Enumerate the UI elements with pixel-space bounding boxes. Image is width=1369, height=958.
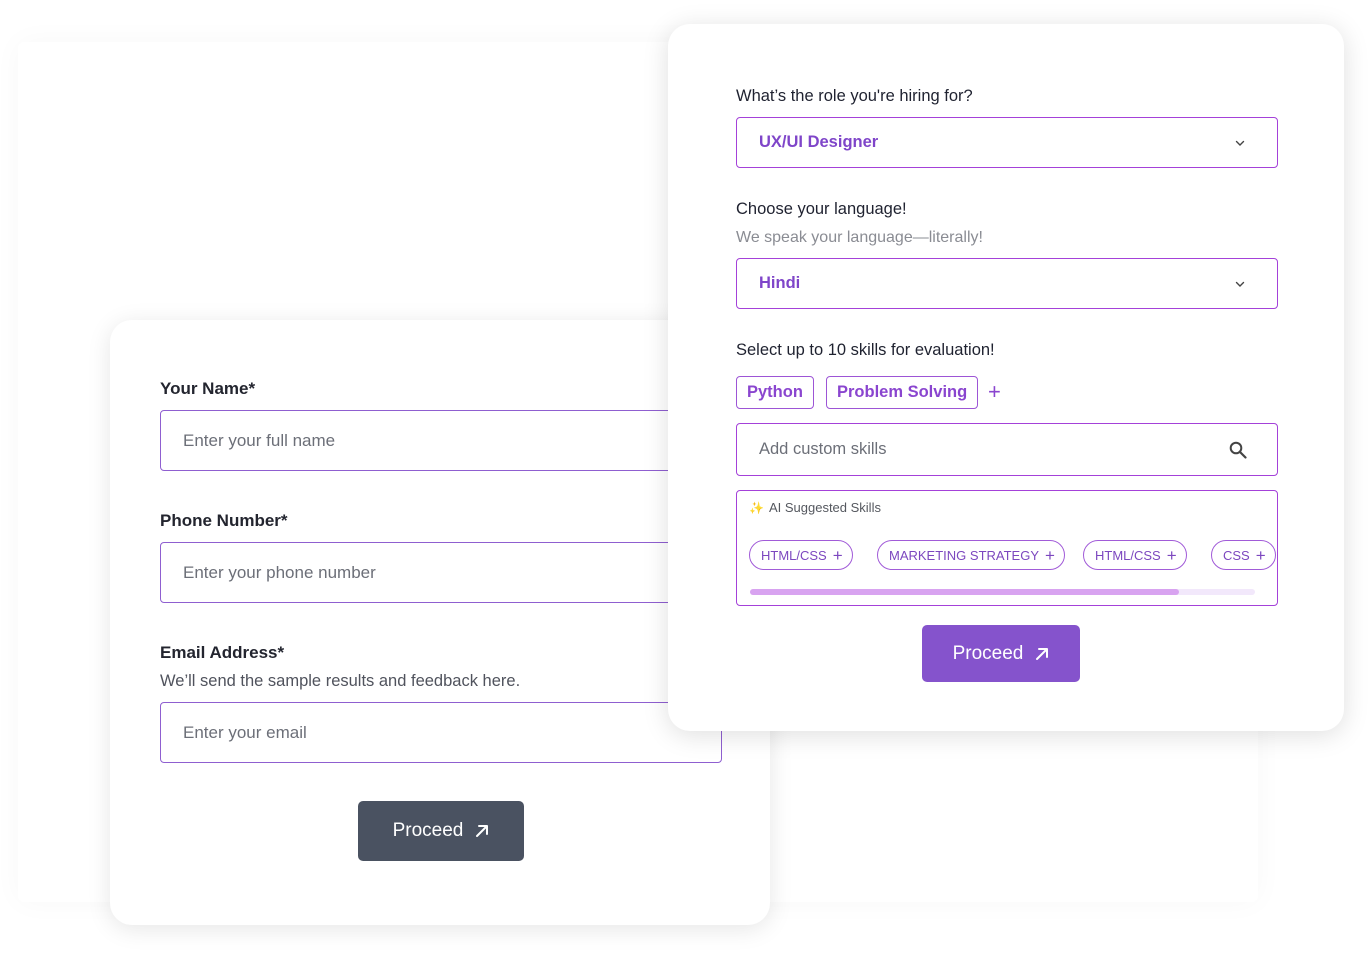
phone-label: Phone Number* [160, 511, 288, 530]
sparkle-icon: ✨ [749, 500, 764, 515]
language-value: Hindi [759, 274, 801, 292]
chevron-down-icon [1235, 281, 1245, 287]
suggested-skill-pill[interactable]: MARKETING STRATEGY + [877, 540, 1065, 570]
name-input[interactable] [183, 430, 721, 451]
language-select[interactable]: Hindi [736, 258, 1278, 309]
suggested-skill-pill[interactable]: HTML/CSS + [1083, 540, 1187, 570]
name-field[interactable] [160, 410, 722, 471]
ai-suggested-title: AI Suggested Skills [768, 500, 881, 515]
hiring-details-card: What’s the role you're hiring for? UX/UI… [668, 24, 1344, 731]
language-question: Choose your language! [736, 200, 907, 218]
custom-skill-input[interactable] [759, 440, 1179, 459]
selected-skill-chip[interactable]: Python [736, 376, 814, 409]
ai-suggested-header: ✨ AI Suggested Skills [749, 500, 881, 515]
role-select[interactable]: UX/UI Designer [736, 117, 1278, 168]
arrow-up-right-icon [476, 825, 489, 837]
suggested-skill-pill[interactable]: CSS + [1211, 540, 1276, 570]
language-hint: We speak your language—literally! [736, 229, 983, 246]
plus-icon: + [1045, 545, 1055, 565]
scrollbar-thumb[interactable] [750, 589, 1180, 595]
proceed-button-hiring[interactable]: Proceed [922, 625, 1080, 682]
phone-input[interactable] [183, 562, 721, 583]
proceed-button-personal[interactable]: Proceed [358, 801, 524, 861]
suggested-skill-label: HTML/CSS [1095, 547, 1161, 563]
suggested-skill-label: MARKETING STRATEGY [889, 547, 1039, 563]
plus-icon: + [832, 545, 843, 565]
role-question: What’s the role you're hiring for? [736, 87, 973, 105]
name-label: Your Name* [160, 379, 256, 398]
suggested-skill-label: CSS [1223, 547, 1250, 563]
chevron-down-icon [1235, 140, 1245, 146]
proceed-label: Proceed [952, 642, 1024, 664]
suggested-skill-label: HTML/CSS [761, 547, 827, 563]
search-icon[interactable] [1229, 441, 1247, 459]
proceed-label: Proceed [392, 820, 464, 841]
phone-field[interactable] [160, 542, 722, 603]
email-label: Email Address* [160, 643, 285, 662]
role-value: UX/UI Designer [759, 133, 879, 151]
arrow-up-right-icon [1036, 647, 1049, 660]
custom-skill-field[interactable] [736, 423, 1278, 476]
email-hint: We’ll send the sample results and feedba… [160, 672, 521, 690]
horizontal-scrollbar[interactable] [750, 589, 1255, 595]
plus-icon: + [1255, 545, 1266, 565]
add-skill-button[interactable]: + [988, 379, 1001, 405]
skills-question: Select up to 10 skills for evaluation! [736, 341, 995, 359]
email-field[interactable] [160, 702, 722, 763]
plus-icon: + [1166, 545, 1177, 565]
ai-suggested-skills-panel: ✨ AI Suggested Skills HTML/CSS + MARKETI… [736, 490, 1278, 606]
email-input[interactable] [183, 722, 721, 743]
suggested-skill-pill[interactable]: HTML/CSS + [749, 540, 853, 570]
selected-skill-chip[interactable]: Problem Solving [826, 376, 979, 409]
